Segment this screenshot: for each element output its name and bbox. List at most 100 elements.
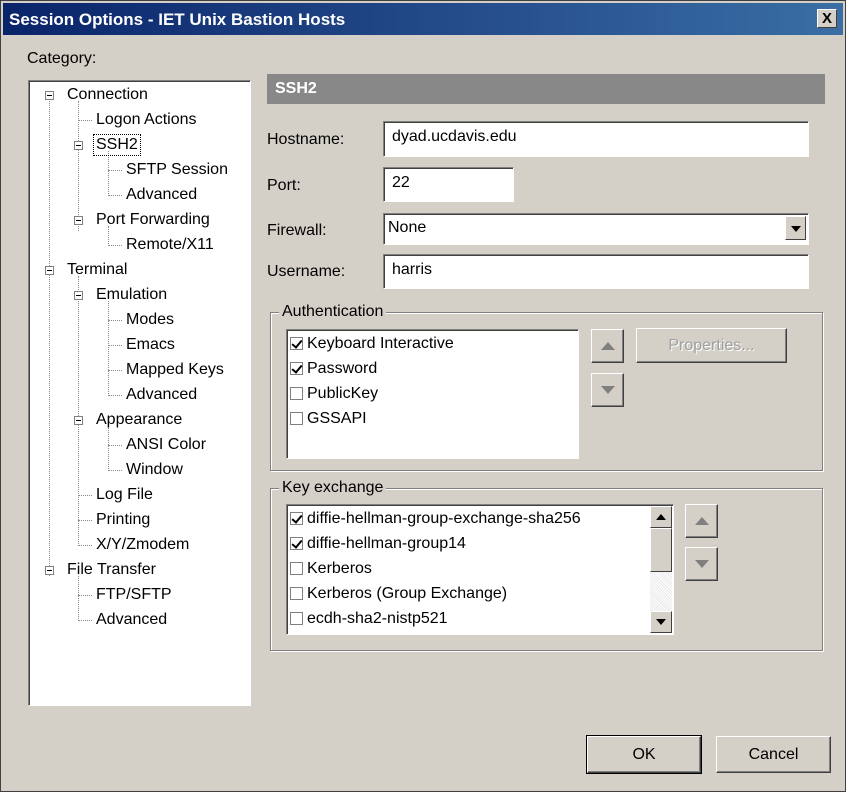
session-options-window: Session Options - IET Unix Bastion Hosts… <box>0 0 846 792</box>
kex-move-down-button[interactable] <box>685 547 718 581</box>
key-exchange-scrollbar[interactable] <box>650 506 672 633</box>
tree-item-connection[interactable]: Connection <box>65 85 150 105</box>
collapse-icon[interactable] <box>74 141 83 150</box>
firewall-label: Firewall: <box>267 222 327 239</box>
key-exchange-list[interactable]: diffie-hellman-group-exchange-sha256 dif… <box>286 504 674 635</box>
scroll-down-icon[interactable] <box>650 611 672 633</box>
username-label: Username: <box>267 263 346 280</box>
tree-line <box>78 576 79 621</box>
tree-item-file-transfer[interactable]: File Transfer <box>65 560 158 580</box>
tree-line <box>108 151 109 196</box>
tree-line <box>108 470 122 471</box>
checkbox-unchecked[interactable] <box>290 562 303 575</box>
tree-line <box>78 120 92 121</box>
list-item[interactable]: Password <box>290 358 377 380</box>
window-title: Session Options - IET Unix Bastion Hosts <box>9 10 346 29</box>
firewall-selected-value: None <box>388 219 427 236</box>
tree-line <box>78 545 92 546</box>
checkbox-unchecked[interactable] <box>290 612 303 625</box>
tree-line <box>108 370 122 371</box>
category-label: Category: <box>27 50 97 67</box>
checkbox-checked[interactable] <box>290 537 303 550</box>
tree-item-emulation[interactable]: Emulation <box>94 285 169 305</box>
list-item[interactable]: ecdh-sha2-nistp521 <box>290 608 448 630</box>
tree-line <box>108 195 122 196</box>
checkbox-unchecked[interactable] <box>290 412 303 425</box>
list-item[interactable]: GSSAPI <box>290 408 367 430</box>
tree-item-xyzmodem[interactable]: X/Y/Zmodem <box>94 535 191 555</box>
tree-item-terminal[interactable]: Terminal <box>65 260 129 280</box>
checkbox-checked[interactable] <box>290 512 303 525</box>
list-item[interactable]: Kerberos <box>290 558 372 580</box>
tree-item-ssh2[interactable]: SSH2 <box>93 134 141 156</box>
tree-item-modes[interactable]: Modes <box>124 310 176 330</box>
tree-line <box>78 520 92 521</box>
list-item[interactable]: Kerberos (Group Exchange) <box>290 583 507 605</box>
tree-line <box>108 345 122 346</box>
collapse-icon[interactable] <box>74 291 83 300</box>
ok-button[interactable]: OK <box>587 736 701 773</box>
tree-item-ssh2-advanced[interactable]: Advanced <box>124 185 199 205</box>
kex-move-up-button[interactable] <box>685 504 718 538</box>
tree-item-log-file[interactable]: Log File <box>94 485 155 505</box>
tree-line <box>108 301 109 396</box>
list-item[interactable]: diffie-hellman-group-exchange-sha256 <box>290 508 581 530</box>
collapse-icon[interactable] <box>45 566 54 575</box>
tree-item-printing[interactable]: Printing <box>94 510 152 530</box>
tree-line <box>108 395 122 396</box>
scrollbar-thumb[interactable] <box>650 528 672 572</box>
tree-line <box>108 245 122 246</box>
hostname-field[interactable]: dyad.ucdavis.edu <box>383 121 809 157</box>
port-field[interactable]: 22 <box>383 167 514 202</box>
scroll-up-icon[interactable] <box>650 506 672 528</box>
username-field[interactable]: harris <box>383 254 809 289</box>
tree-item-mapped-keys[interactable]: Mapped Keys <box>124 360 226 380</box>
tree-line <box>108 445 122 446</box>
authentication-list[interactable]: Keyboard Interactive Password PublicKey … <box>286 329 579 459</box>
tree-line <box>49 101 50 576</box>
list-item[interactable]: Keyboard Interactive <box>290 333 454 355</box>
collapse-icon[interactable] <box>74 416 83 425</box>
collapse-icon[interactable] <box>45 91 54 100</box>
title-bar[interactable]: Session Options - IET Unix Bastion Hosts… <box>3 3 843 35</box>
list-item[interactable]: PublicKey <box>290 383 378 405</box>
checkbox-unchecked[interactable] <box>290 387 303 400</box>
tree-item-emacs[interactable]: Emacs <box>124 335 177 355</box>
port-label: Port: <box>267 177 301 194</box>
tree-line <box>78 276 79 546</box>
tree-line <box>108 426 109 471</box>
hostname-label: Hostname: <box>267 131 345 148</box>
tree-line <box>78 595 92 596</box>
tree-line <box>78 495 92 496</box>
tree-item-ansi-color[interactable]: ANSI Color <box>124 435 208 455</box>
tree-item-appearance[interactable]: Appearance <box>94 410 184 430</box>
firewall-select[interactable]: None <box>383 213 809 245</box>
category-tree[interactable]: Connection Logon Actions SSH2 SFTP Sessi… <box>28 80 251 706</box>
checkbox-unchecked[interactable] <box>290 587 303 600</box>
auth-move-down-button[interactable] <box>591 373 624 407</box>
tree-item-ftp-sftp[interactable]: FTP/SFTP <box>94 585 174 605</box>
authentication-legend: Authentication <box>279 303 387 321</box>
tree-item-logon-actions[interactable]: Logon Actions <box>94 110 199 130</box>
cancel-button[interactable]: Cancel <box>716 736 831 773</box>
tree-item-remote-x11[interactable]: Remote/X11 <box>124 235 216 255</box>
properties-button[interactable]: Properties... <box>636 328 787 363</box>
tree-item-port-forwarding[interactable]: Port Forwarding <box>94 210 212 230</box>
list-item[interactable]: diffie-hellman-group14 <box>290 533 466 555</box>
checkbox-checked[interactable] <box>290 337 303 350</box>
chevron-down-icon[interactable] <box>785 216 806 240</box>
tree-item-sftp-session[interactable]: SFTP Session <box>124 160 230 180</box>
close-button[interactable]: X <box>817 9 837 28</box>
auth-move-up-button[interactable] <box>591 329 624 363</box>
section-header: SSH2 <box>267 74 825 104</box>
tree-item-window[interactable]: Window <box>124 460 185 480</box>
tree-line <box>108 170 122 171</box>
tree-item-emulation-advanced[interactable]: Advanced <box>124 385 199 405</box>
tree-line <box>108 320 122 321</box>
collapse-icon[interactable] <box>45 266 54 275</box>
checkbox-checked[interactable] <box>290 362 303 375</box>
tree-item-file-transfer-advanced[interactable]: Advanced <box>94 610 169 630</box>
tree-line <box>78 620 92 621</box>
key-exchange-legend: Key exchange <box>279 479 387 497</box>
collapse-icon[interactable] <box>74 216 83 225</box>
